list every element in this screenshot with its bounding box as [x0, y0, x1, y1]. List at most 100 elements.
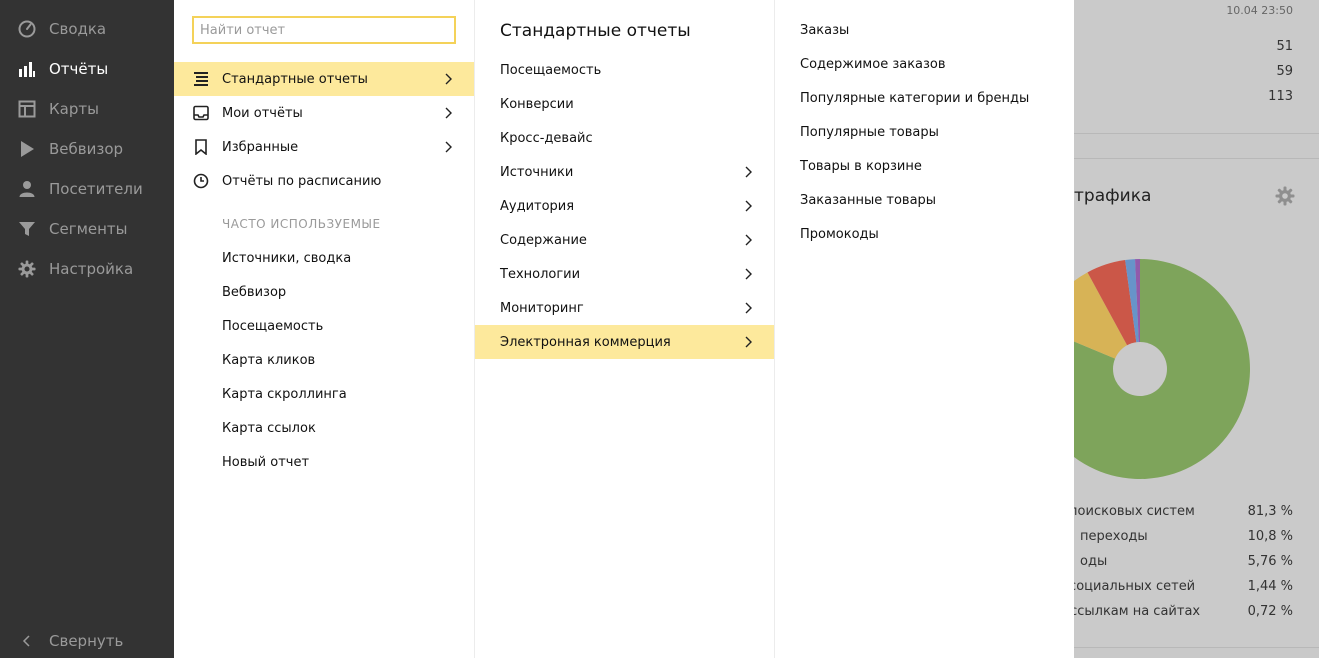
- legend-label: з социальных сетей: [1074, 579, 1196, 594]
- menu-item-favorites[interactable]: Избранные: [174, 130, 474, 164]
- standard-reports-title: Стандартные отчеты: [500, 21, 691, 41]
- menu-item-orders[interactable]: Заказы: [800, 23, 849, 38]
- sidebar-collapse-button[interactable]: Свернуть: [0, 621, 174, 658]
- sidebar-item-settings[interactable]: Настройка: [0, 249, 174, 289]
- filter-icon: [18, 220, 36, 238]
- sidebar-item-label: Сегменты: [49, 220, 128, 238]
- gear-icon: [18, 260, 36, 278]
- menu-item-technologies[interactable]: Технологии: [475, 257, 774, 291]
- menu-item-ecommerce[interactable]: Электронная коммерция: [475, 325, 774, 359]
- menu-item-label: Электронная коммерция: [500, 334, 671, 350]
- dashboard-background: 10.04 23:50 51 59 113 трафика з поисковы…: [1074, 0, 1319, 658]
- menu-item-label: Источники: [500, 164, 574, 180]
- menu-item-content[interactable]: Содержание: [475, 223, 774, 257]
- chevron-right-icon: [445, 107, 452, 119]
- menu-item-popular-categories-brands[interactable]: Популярные категории и бренды: [800, 91, 1029, 106]
- bookmark-icon: [192, 139, 210, 155]
- frequent-link-new-report[interactable]: Новый отчет: [222, 455, 309, 470]
- menu-item-label: Избранные: [222, 139, 299, 155]
- frequent-link-webvisor[interactable]: Вебвизор: [222, 285, 286, 300]
- menu-item-label: Стандартные отчеты: [222, 71, 368, 87]
- chevron-right-icon: [745, 336, 752, 348]
- menu-item-standard-reports[interactable]: Стандартные отчеты: [174, 62, 474, 96]
- map-layout-icon: [18, 100, 36, 118]
- menu-item-label: Мониторинг: [500, 300, 584, 316]
- sidebar-item-label: Посетители: [49, 180, 143, 198]
- sidebar-item-label: Карты: [49, 100, 99, 118]
- menu-item-popular-products[interactable]: Популярные товары: [800, 125, 939, 140]
- count-value-1: 51: [1276, 39, 1293, 54]
- bar-chart-icon: [18, 60, 36, 78]
- menu-item-label: Отчёты по расписанию: [222, 173, 382, 189]
- report-search-input[interactable]: [192, 16, 456, 44]
- menu-item-label: Технологии: [500, 266, 581, 282]
- play-icon: [18, 140, 36, 158]
- update-timestamp: 10.04 23:50: [1226, 4, 1293, 17]
- sidebar-item-label: Сводка: [49, 20, 107, 38]
- frequent-link-sources-summary[interactable]: Источники, сводка: [222, 251, 351, 266]
- legend-value: 5,76 %: [1247, 554, 1293, 569]
- sidebar-item-label: Отчёты: [49, 60, 109, 78]
- legend-label: о ссылкам на сайтах: [1074, 604, 1201, 619]
- frequent-link-link-map[interactable]: Карта ссылок: [222, 421, 316, 436]
- chevron-right-icon: [745, 234, 752, 246]
- count-value-3: 113: [1268, 89, 1293, 104]
- menu-item-scheduled-reports[interactable]: Отчёты по расписанию: [174, 164, 474, 198]
- menu-item-label: Конверсии: [500, 96, 574, 112]
- collapse-label: Свернуть: [49, 632, 124, 650]
- menu-item-promo-codes[interactable]: Промокоды: [800, 227, 879, 242]
- frequent-section-heading: ЧАСТО ИСПОЛЬЗУЕМЫЕ: [222, 217, 381, 231]
- menu-item-label: Мои отчёты: [222, 105, 303, 121]
- reports-menu: Стандартные отчеты Мои отчёты Избранные …: [174, 0, 475, 658]
- sidebar-item-visitors[interactable]: Посетители: [0, 169, 174, 209]
- chevron-right-icon: [745, 166, 752, 178]
- menu-item-label: Аудитория: [500, 198, 575, 214]
- menu-item-conversions[interactable]: Конверсии: [475, 87, 774, 121]
- chevron-right-icon: [745, 302, 752, 314]
- chevron-right-icon: [445, 141, 452, 153]
- menu-item-sources[interactable]: Источники: [475, 155, 774, 189]
- menu-item-label: Кросс-девайс: [500, 130, 593, 146]
- frequent-link-attendance[interactable]: Посещаемость: [222, 319, 323, 334]
- legend-value: 10,8 %: [1247, 529, 1293, 544]
- legend-value: 0,72 %: [1247, 604, 1293, 619]
- clock-icon: [192, 173, 210, 189]
- widget-title: трафика: [1074, 186, 1152, 206]
- menu-item-my-reports[interactable]: Мои отчёты: [174, 96, 474, 130]
- chevron-right-icon: [445, 73, 452, 85]
- menu-item-audience[interactable]: Аудитория: [475, 189, 774, 223]
- sidebar-item-maps[interactable]: Карты: [0, 89, 174, 129]
- legend-label: з поисковых систем: [1074, 504, 1195, 519]
- tray-icon: [192, 105, 210, 121]
- menu-item-cart-products[interactable]: Товары в корзине: [800, 159, 922, 174]
- sidebar-item-webvisor[interactable]: Вебвизор: [0, 129, 174, 169]
- sidebar-item-label: Настройка: [49, 260, 134, 278]
- menu-item-order-contents[interactable]: Содержимое заказов: [800, 57, 946, 72]
- frequent-link-scroll-map[interactable]: Карта скроллинга: [222, 387, 347, 402]
- user-icon: [18, 180, 36, 198]
- count-value-2: 59: [1276, 64, 1293, 79]
- sidebar-item-summary[interactable]: Сводка: [0, 9, 174, 49]
- gauge-icon: [18, 20, 36, 38]
- main-sidebar: Сводка Отчёты Карты Вебвизор Посетители …: [0, 0, 174, 658]
- standard-reports-menu: Стандартные отчеты Посещаемость Конверси…: [475, 0, 775, 658]
- menu-item-label: Содержание: [500, 232, 587, 248]
- sidebar-item-reports[interactable]: Отчёты: [0, 49, 174, 89]
- sidebar-item-segments[interactable]: Сегменты: [0, 209, 174, 249]
- legend-label: оды: [1080, 554, 1108, 569]
- menu-item-ordered-products[interactable]: Заказанные товары: [800, 193, 936, 208]
- menu-item-monitoring[interactable]: Мониторинг: [475, 291, 774, 325]
- legend-label: переходы: [1080, 529, 1148, 544]
- menu-item-cross-device[interactable]: Кросс-девайс: [475, 121, 774, 155]
- widget-gear-icon[interactable]: [1275, 186, 1295, 206]
- legend-value: 1,44 %: [1247, 579, 1293, 594]
- chevron-left-icon: [18, 632, 36, 650]
- pie-hole: [1113, 342, 1167, 396]
- frequent-link-click-map[interactable]: Карта кликов: [222, 353, 315, 368]
- menu-item-attendance[interactable]: Посещаемость: [475, 53, 774, 87]
- sidebar-item-label: Вебвизор: [49, 140, 124, 158]
- ecommerce-reports-menu: Заказы Содержимое заказов Популярные кат…: [775, 0, 1074, 658]
- traffic-pie-chart: [1074, 259, 1250, 479]
- legend-value: 81,3 %: [1247, 504, 1293, 519]
- chevron-right-icon: [745, 268, 752, 280]
